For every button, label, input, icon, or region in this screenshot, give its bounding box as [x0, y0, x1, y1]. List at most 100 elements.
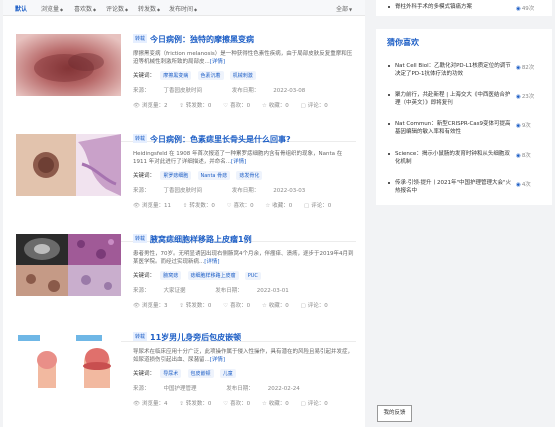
forward-stat[interactable]: ⇪ 转发数：0 — [183, 201, 215, 209]
article-title[interactable]: 今日病例：独特的摩擦黑变病 — [150, 35, 254, 44]
detail-link[interactable]: [详情] — [210, 59, 225, 65]
filter-label: 全部 — [336, 6, 349, 13]
favorite-stat[interactable]: ☆ 收藏：0 — [262, 399, 289, 407]
sort-caret-icon: ◆ — [93, 7, 97, 12]
sidebar-item[interactable]: 聚力前行，共赴新程 | 上海交大《中西医结合护理（中英文）》即将复刊 ◉23次 — [388, 91, 550, 113]
detail-link[interactable]: [详情] — [210, 357, 225, 363]
likes-value: 0 — [246, 103, 251, 109]
views-label: 浏览量： — [141, 103, 164, 109]
eye-icon: ◉ — [516, 94, 521, 100]
sort-views[interactable]: 浏览量◆ — [41, 4, 63, 13]
like-stat[interactable]: ♡ 喜欢：0 — [223, 399, 250, 407]
article-title[interactable]: 腋窝痣细胞样移路上皮瘤1例 — [150, 235, 252, 244]
favorite-stat[interactable]: ☆ 收藏：0 — [262, 301, 289, 309]
detail-link[interactable]: [详情] — [231, 159, 246, 165]
like-stat[interactable]: ♡ 喜欢：0 — [227, 201, 254, 209]
sort-caret-icon: ◆ — [125, 7, 129, 12]
views-stat: 👁 浏览量：4 — [133, 399, 168, 407]
forward-stat[interactable]: ⇪ 转发数：0 — [179, 301, 211, 309]
bullet-icon — [388, 65, 390, 67]
repost-badge: 转载 — [133, 332, 148, 341]
keyword-row: 关键词： 摩擦黑变病 色素沉着 机械刺激 — [133, 71, 356, 81]
date-label: 发布日期： — [226, 386, 254, 392]
feedback-button[interactable]: 我的反馈 — [377, 405, 412, 422]
like-stat[interactable]: ♡ 喜欢：0 — [223, 101, 250, 109]
keyword-tag[interactable]: 包皮嵌顿 — [187, 369, 214, 378]
forwards-label: 转发数： — [185, 401, 208, 407]
keyword-tag[interactable]: 导尿术 — [160, 369, 182, 378]
detail-link[interactable]: [详情] — [204, 259, 219, 265]
sort-forwards[interactable]: 转发数◆ — [138, 4, 160, 13]
sidebar-item-text[interactable]: 脊柱外科手术的多模式镇痛方案 — [395, 3, 513, 19]
comment-icon: ▢ — [300, 303, 306, 309]
article-title-row[interactable]: 转载 今日病例：独特的摩擦黑变病 — [133, 34, 356, 46]
repost-badge: 转载 — [133, 234, 148, 243]
keyword-tag[interactable]: 累罗痣细胞 — [160, 171, 192, 180]
keyword-tag[interactable]: 机械刺激 — [229, 71, 256, 80]
comment-icon: ▢ — [300, 401, 306, 407]
sidebar-item[interactable]: 脊柱外科手术的多模式镇痛方案 ◉49次 — [388, 3, 550, 25]
publish-date: 发布日期： 2022-03-01 — [215, 288, 302, 294]
article-title[interactable]: 今日病例：色素痣里长骨头是什么回事? — [150, 135, 291, 144]
recommend-title: 猜你喜欢 — [387, 38, 419, 47]
sidebar-item-text[interactable]: 聚力前行，共赴新程 | 上海交大《中西医结合护理（中英文）》即将复刊 — [395, 91, 513, 107]
keyword-tag[interactable]: 摩擦黑变病 — [160, 71, 192, 80]
sidebar-item[interactable]: 传承·引领·提升丨2021年"中国护理管理大会"火热报名中 ◉4次 — [388, 179, 550, 201]
source-value: 大家证据 — [163, 288, 186, 294]
sort-likes[interactable]: 喜欢数◆ — [74, 4, 96, 13]
favorites-label: 收藏： — [272, 203, 289, 209]
keyword-tag[interactable]: 色素沉着 — [197, 71, 224, 80]
comment-stat[interactable]: ▢ 评论：0 — [301, 399, 328, 407]
views-label: 浏览量： — [141, 303, 164, 309]
article-title-row[interactable]: 转载 腋窝痣细胞样移路上皮瘤1例 — [133, 234, 356, 246]
comment-stat[interactable]: ▢ 评论：0 — [301, 101, 328, 109]
favorite-stat[interactable]: ☆ 收藏：0 — [262, 101, 289, 109]
article-meta: 来源： 丁香园皮肤时间 发布日期： 2022-03-08 — [133, 86, 356, 94]
bullet-icon — [388, 153, 390, 155]
sidebar-item[interactable]: Science：揭示小鼠肠的发育时钟和从头细胞双化机制 ◉8次 — [388, 150, 550, 172]
article-thumbnail[interactable] — [16, 332, 121, 394]
sidebar-item[interactable]: Nat Commun：新型CRISPR-Cas9变体可提高基因编辑的敏入率和有效… — [388, 120, 550, 142]
forward-stat[interactable]: ⇪ 转发数：0 — [179, 101, 211, 109]
views-label: 浏览量： — [141, 203, 164, 209]
keyword-tag[interactable]: PUC — [244, 272, 261, 280]
keyword-tag[interactable]: 儿童 — [219, 369, 236, 378]
article-thumbnail[interactable] — [16, 234, 121, 296]
sort-default[interactable]: 默认 — [15, 4, 27, 13]
keyword-tag[interactable]: 痣细胞样移路上皮瘤 — [187, 271, 239, 280]
bullet-icon — [388, 6, 390, 8]
sidebar-item-text[interactable]: Science：揭示小鼠肠的发育时钟和从头细胞双化机制 — [395, 150, 513, 166]
sidebar-item-text[interactable]: Nat Cell Biol：乙酰化对PD-L1核质定位的调节决定了PD-1抗体疗… — [395, 62, 513, 78]
heart-icon: ♡ — [223, 401, 229, 407]
favorites-label: 收藏： — [268, 103, 286, 109]
favorites-value: 0 — [288, 203, 293, 209]
filter-dropdown[interactable]: 全部▼ — [336, 4, 352, 13]
sidebar-item[interactable]: Nat Cell Biol：乙酰化对PD-L1核质定位的调节决定了PD-1抗体疗… — [388, 62, 550, 84]
article-title[interactable]: 11岁男儿身旁后包皮嵌顿 — [150, 333, 241, 342]
keyword-tag[interactable]: Nanta 骨痣 — [197, 171, 231, 180]
keyword-tag[interactable]: 腋窝痣 — [160, 271, 182, 280]
article-thumbnail[interactable] — [16, 134, 121, 196]
sort-date[interactable]: 发布时间◆ — [169, 4, 197, 13]
article-thumbnail[interactable] — [16, 34, 121, 96]
comment-stat[interactable]: ▢ 评论：0 — [301, 301, 328, 309]
sort-comments[interactable]: 评论数◆ — [106, 4, 128, 13]
recommend-panel: 猜你喜欢 Nat Cell Biol：乙酰化对PD-L1核质定位的调节决定了PD… — [376, 29, 552, 205]
eye-icon: 👁 — [133, 103, 140, 109]
comments-value: 0 — [324, 303, 328, 309]
article-card: 转载 腋窝痣细胞样移路上皮瘤1例 患者男性，70岁。无明显诱因出现右侧腋窝4个月余… — [16, 234, 356, 342]
sort-caret-icon: ◆ — [157, 7, 161, 12]
favorite-stat[interactable]: ☆ 收藏：0 — [265, 201, 292, 209]
article-title-row[interactable]: 转载 11岁男儿身旁后包皮嵌顿 — [133, 332, 356, 344]
sidebar-item-text[interactable]: 传承·引领·提升丨2021年"中国护理管理大会"火热报名中 — [395, 179, 513, 195]
comment-stat[interactable]: ▢ 评论：0 — [304, 201, 331, 209]
article-summary: Heidingsfeld 在 1908 年首次报道了一种累罗痣细胞内含有骨组织的… — [133, 150, 356, 166]
like-stat[interactable]: ♡ 喜欢：0 — [223, 301, 250, 309]
sidebar-item-text[interactable]: Nat Commun：新型CRISPR-Cas9变体可提高基因编辑的敏入率和有效… — [395, 120, 513, 136]
keyword-tag[interactable]: 痣发骨化 — [236, 171, 263, 180]
keywords-label: 关键词： — [133, 73, 156, 79]
source-value: 丁香园皮肤时间 — [163, 188, 203, 194]
forward-stat[interactable]: ⇪ 转发数：0 — [179, 399, 211, 407]
article-title-row[interactable]: 转载 今日病例：色素痣里长骨头是什么回事? — [133, 134, 356, 146]
view-count-value: 49次 — [521, 6, 535, 12]
